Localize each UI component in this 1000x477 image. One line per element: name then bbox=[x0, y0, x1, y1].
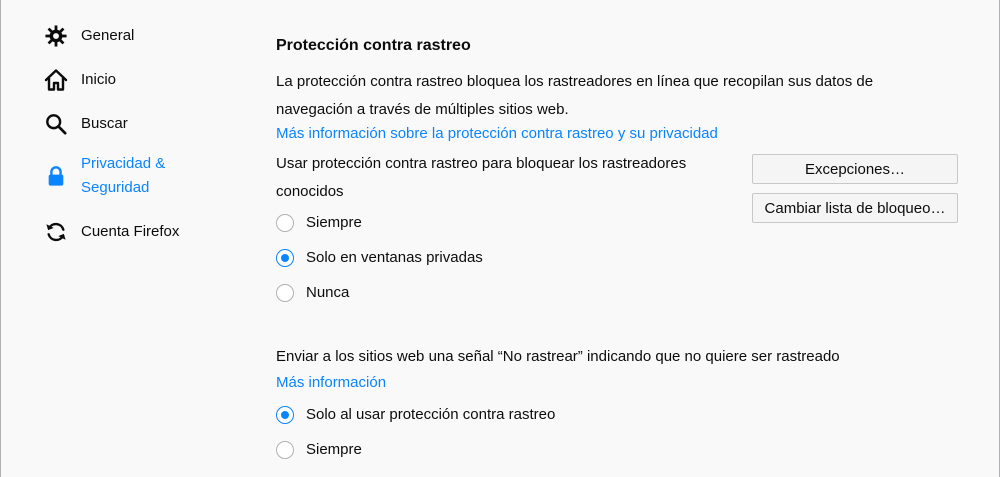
section-description: La protección contra rastreo bloquea los… bbox=[276, 73, 874, 118]
dnt-option-always[interactable]: Siempre bbox=[276, 438, 362, 462]
lock-icon bbox=[44, 164, 68, 188]
sync-icon bbox=[44, 220, 68, 244]
home-icon bbox=[44, 68, 68, 92]
tracking-option-always[interactable]: Siempre bbox=[276, 211, 362, 235]
dnt-option-tracking-protection-only[interactable]: Solo al usar protección contra rastreo bbox=[276, 403, 555, 427]
radio-button[interactable] bbox=[276, 249, 294, 267]
window-border-left bbox=[0, 0, 1, 477]
gear-icon bbox=[44, 24, 68, 48]
sidebar-item-privacy[interactable]: Privacidad & Seguridad bbox=[44, 152, 244, 200]
sidebar-item-firefox-account[interactable]: Cuenta Firefox bbox=[44, 220, 244, 244]
sidebar-item-label: Inicio bbox=[81, 71, 117, 88]
radio-label: Solo al usar protección contra rastreo bbox=[306, 406, 556, 423]
tracking-option-private-only[interactable]: Solo en ventanas privadas bbox=[276, 246, 483, 270]
sidebar-item-general[interactable]: General bbox=[44, 24, 244, 48]
radio-label: Solo en ventanas privadas bbox=[306, 249, 483, 266]
radio-button[interactable] bbox=[276, 441, 294, 459]
tracking-option-never[interactable]: Nunca bbox=[276, 281, 349, 305]
sidebar-item-label: General bbox=[81, 27, 135, 44]
exceptions-button[interactable]: Excepciones… bbox=[752, 154, 958, 184]
dnt-learn-more-link[interactable]: Más información bbox=[276, 374, 386, 391]
sidebar-item-home[interactable]: Inicio bbox=[44, 68, 244, 92]
search-icon bbox=[44, 112, 68, 136]
preferences-sidebar: General Inicio Buscar Privacidad & Segur… bbox=[44, 24, 244, 264]
radio-button[interactable] bbox=[276, 214, 294, 232]
radio-button[interactable] bbox=[276, 406, 294, 424]
do-not-track-label: Enviar a los sitios web una señal “No ra… bbox=[276, 348, 840, 365]
radio-label: Nunca bbox=[306, 284, 350, 301]
section-title: Protección contra rastreo bbox=[276, 37, 471, 54]
radio-label: Siempre bbox=[306, 441, 362, 458]
tracking-use-label: Usar protección contra rastreo para bloq… bbox=[276, 155, 687, 200]
radio-label: Siempre bbox=[306, 214, 362, 231]
sidebar-item-label: Cuenta Firefox bbox=[81, 223, 180, 240]
tracking-learn-more-link[interactable]: Más información sobre la protección cont… bbox=[276, 125, 718, 142]
radio-button[interactable] bbox=[276, 284, 294, 302]
sidebar-item-label: Privacidad & Seguridad bbox=[81, 155, 166, 196]
change-blocklist-button[interactable]: Cambiar lista de bloqueo… bbox=[752, 193, 958, 223]
sidebar-item-label: Buscar bbox=[81, 115, 128, 132]
sidebar-item-search[interactable]: Buscar bbox=[44, 112, 244, 136]
